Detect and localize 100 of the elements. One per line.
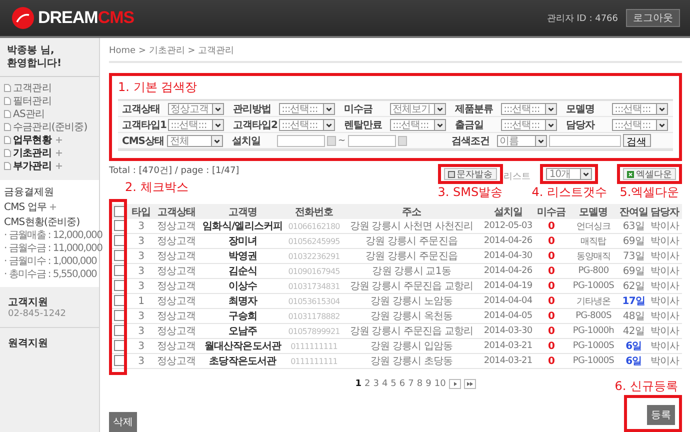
table-cell: 0 — [535, 354, 568, 368]
checkbox[interactable] — [114, 220, 125, 232]
menu-item[interactable]: 고객관리 — [13, 80, 52, 94]
date-field[interactable] — [276, 134, 325, 146]
table-cell[interactable]: 월대산작은도서관 — [199, 338, 286, 354]
section-title: 고객지원 — [8, 296, 49, 309]
caret-icon — [534, 136, 546, 146]
last-page-button[interactable] — [464, 379, 476, 389]
checkbox[interactable] — [114, 355, 125, 366]
menu-item[interactable]: 부가관리 — [13, 158, 52, 172]
logo-icon — [12, 7, 34, 29]
page-link[interactable]: 6 — [399, 379, 406, 389]
dropdown[interactable]: 이름 — [496, 134, 547, 146]
caret-icon — [434, 120, 445, 130]
table-cell[interactable]: 임화식/엘리스커피 — [199, 219, 286, 234]
table-cell[interactable]: 박영권 — [199, 248, 286, 264]
page-link[interactable]: 10 — [434, 379, 446, 389]
checkbox[interactable] — [114, 340, 125, 352]
annotation: 1. 기본 검색장 — [118, 79, 198, 96]
field-label: 담당자 — [565, 118, 596, 132]
dropdown[interactable]: :::선택::: — [612, 118, 668, 130]
search-field[interactable] — [548, 134, 621, 146]
sms-button[interactable]: 문자발송 — [444, 168, 497, 180]
checkbox[interactable] — [114, 250, 125, 262]
field-label: 모델명 — [565, 102, 596, 116]
breadcrumb: Home > 기초관리 > 고객관리 — [109, 38, 682, 63]
page-link[interactable]: 4 — [382, 379, 388, 389]
menu-item[interactable]: 수금관리(준비중) — [13, 120, 88, 134]
page-link[interactable]: 5 — [390, 379, 396, 389]
column-header: 타입 — [129, 204, 154, 219]
field-label: CMS상태 — [121, 134, 165, 148]
caret-icon — [656, 120, 667, 130]
stat-line: · 금월매출 : 12,000,000 — [4, 230, 102, 242]
table-cell: 강원 강릉시 초당동 — [342, 354, 481, 368]
table-cell[interactable]: 최명자 — [199, 294, 286, 308]
table-cell: 동양매직 — [567, 248, 620, 264]
date-field[interactable] — [348, 134, 396, 146]
menu-item[interactable]: AS관리 — [13, 106, 45, 120]
dropdown[interactable]: :::선택::: — [278, 118, 335, 130]
page-link[interactable]: 1 — [355, 379, 362, 389]
table-cell: 17일 — [620, 294, 648, 308]
dropdown[interactable]: :::선택::: — [168, 118, 224, 130]
dropdown[interactable]: :::선택::: — [390, 118, 446, 130]
dropdown[interactable]: :::선택::: — [278, 102, 335, 114]
dropdown[interactable]: :::선택::: — [500, 118, 557, 130]
checkbox[interactable] — [114, 325, 125, 336]
delete-button[interactable]: 삭제 — [109, 412, 137, 432]
table-cell: 1 — [129, 294, 154, 308]
dropdown[interactable]: 전체보기 — [390, 102, 446, 114]
table-cell: 기타냉온 — [567, 294, 620, 308]
next-page-button[interactable] — [448, 379, 461, 389]
section-title[interactable]: 원격지원 — [8, 336, 91, 350]
dropdown[interactable]: 10개 — [546, 168, 592, 180]
checkbox[interactable] — [114, 235, 125, 246]
logout-button[interactable]: 로그아웃 — [626, 9, 680, 27]
checkbox[interactable] — [114, 206, 125, 217]
menu-item[interactable]: CMS 업무 — [4, 202, 47, 213]
table-cell: 69일 — [620, 234, 648, 248]
table-cell: 3 — [129, 278, 154, 294]
table-cell: 62일 — [620, 278, 648, 294]
table-cell: 63일 — [620, 219, 648, 234]
checkbox[interactable] — [114, 310, 125, 322]
page-link[interactable]: 9 — [426, 379, 432, 389]
table-cell: 0 — [535, 324, 568, 338]
excel-button[interactable]: 엑셀다운 — [623, 168, 676, 180]
list-label: 리스트 — [504, 171, 531, 183]
checkbox[interactable] — [114, 295, 125, 306]
dropdown[interactable]: :::선택::: — [612, 102, 668, 114]
menu-item[interactable]: CMS현황(준비중) — [4, 217, 80, 228]
search-button[interactable]: 검색 — [622, 134, 651, 147]
checkbox[interactable] — [114, 280, 125, 292]
column-header: 고객상태 — [153, 204, 200, 219]
checkbox[interactable] — [114, 265, 125, 276]
page-link[interactable]: 2 — [364, 379, 370, 389]
admin-id: 관리자 ID : 4766 — [546, 12, 618, 24]
table-cell: 정상고객 — [153, 338, 200, 354]
menu-item[interactable]: 기초관리 — [13, 146, 52, 160]
dropdown[interactable]: 전체 — [167, 134, 224, 146]
table-cell: 강원 강릉시 사천면 사천진리 — [342, 219, 481, 234]
table-cell[interactable]: 구승희 — [199, 308, 286, 324]
table-cell: 69일 — [620, 264, 648, 278]
table-cell: 2012-05-03 — [480, 219, 536, 234]
column-header: 전화번호 — [286, 204, 342, 219]
table-cell[interactable]: 오남주 — [199, 324, 286, 338]
table-cell: 강원 강릉시 교1동 — [342, 264, 481, 278]
table-cell[interactable]: 김순식 — [199, 264, 286, 278]
dropdown[interactable]: 정상고객 — [168, 102, 224, 114]
table-cell[interactable]: 초당작은도서관 — [199, 354, 286, 368]
caret-icon — [580, 169, 592, 179]
register-button[interactable]: 등록 — [647, 405, 675, 425]
table-cell: 0111111111 — [286, 354, 342, 368]
table-cell[interactable]: 장미녀 — [199, 234, 286, 248]
table-cell: 01031734831 — [286, 278, 342, 294]
page-link[interactable]: 7 — [408, 379, 414, 389]
page-link[interactable]: 3 — [373, 379, 379, 389]
table-cell[interactable]: 이상수 — [199, 278, 286, 294]
page-link[interactable]: 8 — [416, 379, 423, 389]
menu-item[interactable]: 필터관리 — [13, 94, 52, 108]
menu-item[interactable]: 업무현황 — [13, 132, 52, 146]
dropdown[interactable]: :::선택::: — [500, 102, 557, 114]
